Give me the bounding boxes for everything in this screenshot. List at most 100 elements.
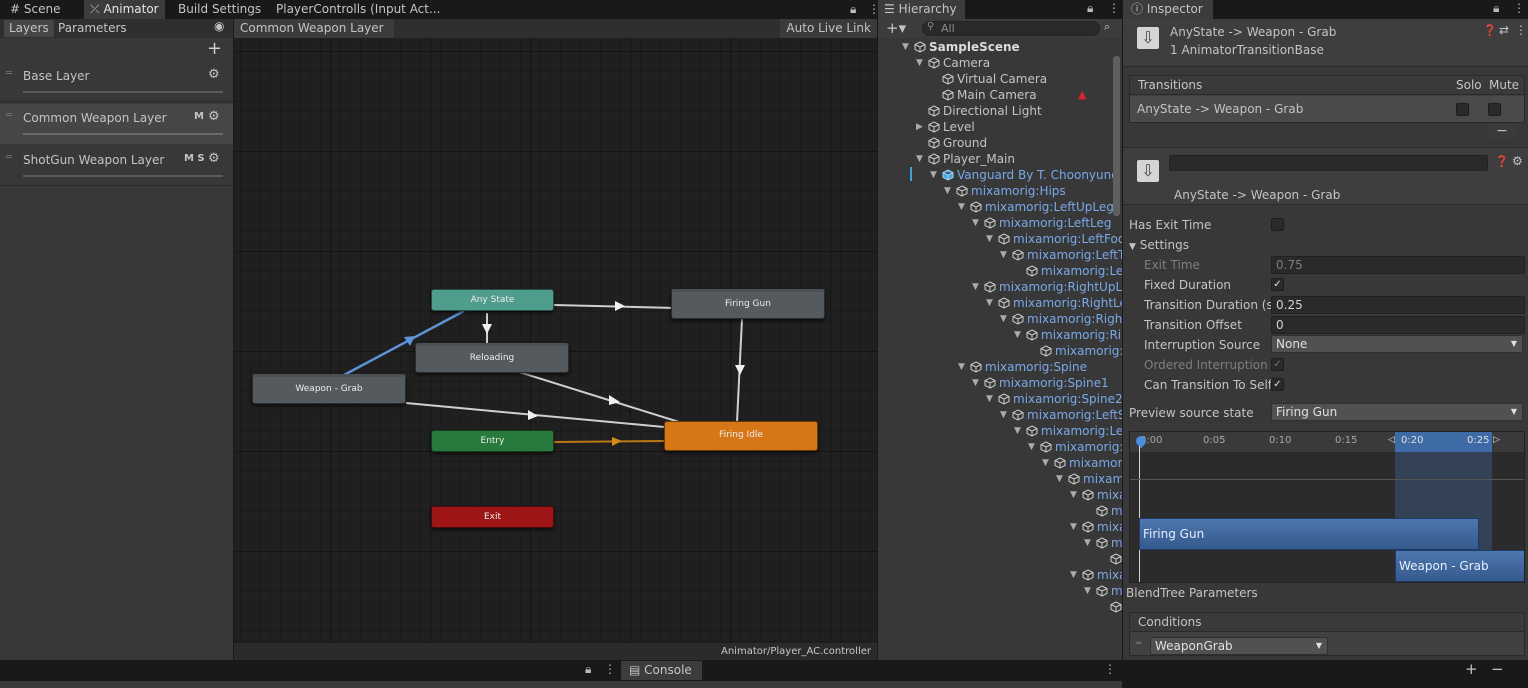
gear-icon[interactable]: ⚙: [208, 151, 220, 166]
has-exit-time-checkbox[interactable]: [1271, 218, 1284, 231]
hierarchy-item[interactable]: Directional Light: [928, 103, 1042, 119]
tab-build-settings[interactable]: Build Settings: [172, 0, 267, 19]
drag-handle-icon[interactable]: ═: [6, 152, 12, 163]
layer-weight-bar[interactable]: [23, 175, 223, 177]
state-firing-gun[interactable]: Firing Gun: [671, 289, 825, 319]
clip-weapon-grab[interactable]: Weapon - Grab: [1395, 550, 1524, 582]
layer-weight-bar[interactable]: [23, 133, 223, 135]
hierarchy-item[interactable]: mixamorig:LeftToe_End: [1026, 263, 1122, 279]
collapse-arrow-icon[interactable]: ▼: [1070, 487, 1077, 503]
add-condition-button[interactable]: +: [1465, 660, 1478, 678]
collapse-arrow-icon[interactable]: ▼: [1014, 423, 1021, 439]
collapse-arrow-icon[interactable]: ▼: [1014, 327, 1021, 343]
tab-animator[interactable]: ⤫ Animator: [84, 0, 165, 19]
collapse-arrow-icon[interactable]: ▼: [902, 39, 909, 55]
collapse-arrow-icon[interactable]: ▼: [972, 375, 979, 391]
collapse-arrow-icon[interactable]: ▼: [916, 151, 923, 167]
hierarchy-item[interactable]: ▼ mixamorig:LeftHandPinky2: [1084, 583, 1122, 599]
tab-player-controls[interactable]: PlayerControlls (Input Act...: [270, 0, 446, 19]
hierarchy-item[interactable]: ▼ mixamorig:Spine: [958, 359, 1087, 375]
hierarchy-item[interactable]: ▼ mixamorig:LeftHandIndex1: [1056, 471, 1122, 487]
hierarchy-item[interactable]: ▼ mixamorig:RightUpLeg: [972, 279, 1122, 295]
layer-item-base[interactable]: ═ Base Layer ⚙: [0, 62, 233, 102]
hierarchy-item[interactable]: ▼ mixamorig:LeftForeArm: [1028, 439, 1122, 455]
solo-checkbox[interactable]: [1456, 103, 1469, 116]
hierarchy-item[interactable]: ▼ Vanguard By T. Choonyung: [930, 167, 1119, 183]
hierarchy-item[interactable]: ▶ Level: [916, 119, 975, 135]
breadcrumb[interactable]: Common Weapon Layer: [234, 19, 394, 38]
hierarchy-item[interactable]: Main Camera: [942, 87, 1037, 103]
hierarchy-item[interactable]: ▼ mixamorig:LeftLeg: [972, 215, 1112, 231]
expand-arrow-icon[interactable]: ▶: [916, 119, 923, 135]
condition-parameter-dropdown[interactable]: WeaponGrab ▼: [1150, 637, 1328, 655]
collapse-arrow-icon[interactable]: ▼: [986, 391, 993, 407]
hierarchy-item[interactable]: ▼ mixamorig:RightLeg: [986, 295, 1122, 311]
hierarchy-item[interactable]: ▼ mixamorig:Spine1: [972, 375, 1109, 391]
collapse-arrow-icon[interactable]: ▼: [1056, 471, 1063, 487]
hierarchy-tree[interactable]: ▼ SampleScene ▼ Camera Virtual Camera Main Ca…: [878, 38, 1122, 660]
hierarchy-item[interactable]: mixamorig:LeftHandPinky3: [1110, 599, 1122, 615]
gear-icon[interactable]: ⚙: [208, 109, 220, 124]
context-menu-icon[interactable]: ⋮: [1515, 23, 1527, 37]
remove-condition-button[interactable]: −: [1491, 660, 1504, 678]
auto-live-link-toggle[interactable]: Auto Live Link: [780, 19, 877, 38]
transition-duration-field[interactable]: 0.25: [1271, 296, 1525, 314]
hierarchy-item[interactable]: ▼ mixamorig:LeftUpLeg: [958, 199, 1114, 215]
tab-scene[interactable]: # Scene: [4, 0, 66, 19]
hierarchy-item[interactable]: ▼ mixamorig:RightFoot: [1000, 311, 1122, 327]
arrow-entry-to-idle[interactable]: [553, 440, 665, 443]
hierarchy-more-icon[interactable]: ⋮: [1108, 1, 1120, 15]
hierarchy-item[interactable]: ▼ mixamorig:LeftArm: [1014, 423, 1122, 439]
state-reloading[interactable]: Reloading: [415, 343, 569, 373]
state-firing-idle[interactable]: Firing Idle: [664, 421, 818, 451]
console-panel-more-icon[interactable]: ⋮: [1104, 662, 1116, 676]
collapse-arrow-icon[interactable]: ▼: [916, 55, 923, 71]
collapse-arrow-icon[interactable]: ▼: [972, 279, 979, 295]
settings-foldout[interactable]: ▼ Settings: [1129, 235, 1189, 255]
layer-item-shotgun-weapon[interactable]: ═ ShotGun Weapon Layer M S ⚙: [0, 146, 233, 186]
hierarchy-item[interactable]: ▼ mixamorig:Spine2: [986, 391, 1122, 407]
subtab-layers[interactable]: Layers: [4, 20, 54, 37]
hierarchy-lock-icon[interactable]: 🔒︎: [1087, 1, 1093, 16]
hierarchy-item[interactable]: ▼ mixamorig:Hips: [944, 183, 1066, 199]
hierarchy-item[interactable]: mixamorig:LeftHandIndex3: [1096, 503, 1122, 519]
hierarchy-item[interactable]: mixamorig:LeftHandMiddle3: [1110, 551, 1122, 567]
interruption-source-dropdown[interactable]: None ▼: [1271, 335, 1523, 353]
hierarchy-item[interactable]: ▼ mixamorig:LeftFoot: [986, 231, 1122, 247]
gear-icon[interactable]: ⚙: [1512, 154, 1523, 168]
inspector-lock-icon[interactable]: 🔒︎: [1493, 1, 1499, 16]
collapse-arrow-icon[interactable]: ▼: [944, 183, 951, 199]
drag-handle-icon[interactable]: ═: [6, 110, 12, 121]
hierarchy-item[interactable]: Ground: [928, 135, 987, 151]
gear-icon[interactable]: ⚙: [208, 67, 220, 82]
arrow-reloading-to-idle[interactable]: [518, 371, 680, 423]
preview-source-dropdown[interactable]: Firing Gun ▼: [1271, 403, 1523, 421]
eye-icon[interactable]: ◉: [214, 19, 224, 33]
layer-item-common-weapon[interactable]: ═ Common Weapon Layer M ⚙: [0, 104, 233, 144]
state-entry[interactable]: Entry: [431, 430, 554, 452]
hierarchy-item[interactable]: Virtual Camera: [942, 71, 1047, 87]
collapse-arrow-icon[interactable]: ▼: [1070, 567, 1077, 583]
collapse-arrow-icon[interactable]: ▼: [1000, 247, 1007, 263]
transition-timeline[interactable]: 0:00 0:05 0:10 0:15 0:20 0:25 ◁ ▷ Firing…: [1129, 431, 1525, 583]
collapse-arrow-icon[interactable]: ▼: [1084, 583, 1091, 599]
state-any-state[interactable]: Any State: [431, 289, 554, 311]
hierarchy-item[interactable]: ▼ mixamorig:LeftHand: [1042, 455, 1122, 471]
hierarchy-scrollbar[interactable]: [1113, 56, 1120, 216]
hierarchy-item[interactable]: mixamorig:RightToe_End: [1040, 343, 1122, 359]
animator-lock-icon[interactable]: 🔒︎: [844, 0, 862, 19]
collapse-arrow-icon[interactable]: ▼: [930, 167, 937, 183]
collapse-arrow-icon[interactable]: ▼: [1084, 535, 1091, 551]
hierarchy-item[interactable]: ▼ mixamorig:RightToeBase: [1014, 327, 1122, 343]
transition-offset-field[interactable]: 0: [1271, 316, 1525, 334]
hierarchy-item[interactable]: ▼ mixamorig:LeftHandPinky1: [1070, 567, 1122, 583]
remove-transition-button[interactable]: −: [1487, 123, 1517, 140]
clip-firing-gun[interactable]: Firing Gun: [1139, 518, 1479, 550]
collapse-arrow-icon[interactable]: ▼: [1070, 519, 1077, 535]
help-icon[interactable]: ❓: [1483, 24, 1497, 37]
hierarchy-item[interactable]: ▼ mixamorig:LeftHandMiddle2: [1084, 535, 1122, 551]
transition-start-marker[interactable]: ◁: [1388, 435, 1395, 445]
hierarchy-item[interactable]: ▼ Camera: [916, 55, 990, 71]
mute-checkbox[interactable]: [1488, 103, 1501, 116]
collapse-arrow-icon[interactable]: ▼: [1028, 439, 1035, 455]
